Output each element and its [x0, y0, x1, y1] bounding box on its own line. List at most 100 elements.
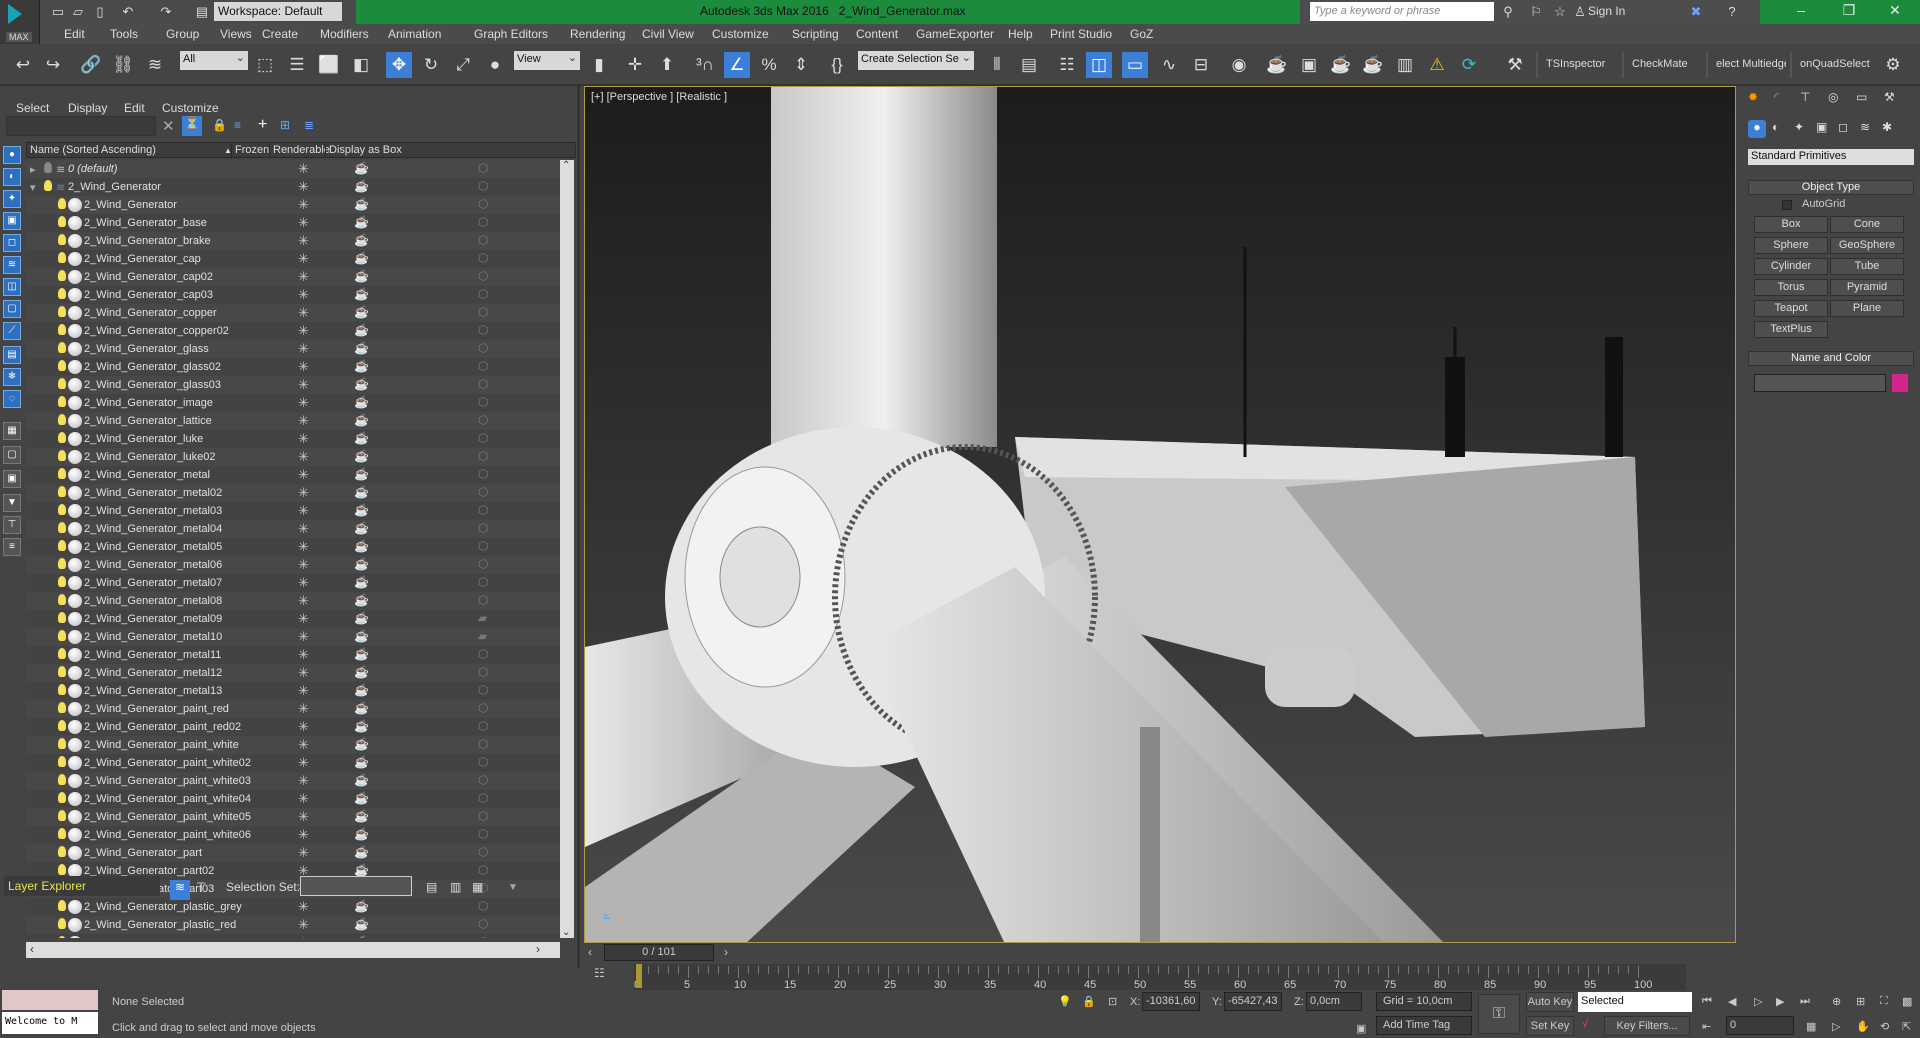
bind-space-warp-icon[interactable]: ≋	[142, 52, 168, 78]
light-bulb-icon[interactable]	[58, 900, 66, 911]
new-file-icon[interactable]: ▭	[50, 4, 66, 20]
display-tab-icon[interactable]: ▭	[1856, 90, 1867, 104]
object-row[interactable]: 2_Wind_Generator_metal ✳ ☕ ⬡	[26, 466, 560, 484]
object-row[interactable]: 2_Wind_Generator_luke02 ✳ ☕ ⬡	[26, 448, 560, 466]
display-as-box-icon[interactable]: ⬡	[478, 917, 488, 931]
renderable-teapot-icon[interactable]: ☕	[354, 197, 369, 211]
create-tab-icon[interactable]: ✹	[1748, 90, 1758, 104]
object-row[interactable]: 2_Wind_Generator_metal11 ✳ ☕ ⬡	[26, 646, 560, 664]
frozen-icon[interactable]: ✳	[298, 683, 309, 699]
frozen-icon[interactable]: ✳	[298, 215, 309, 231]
light-bulb-icon[interactable]	[58, 198, 66, 209]
light-bulb-icon[interactable]	[58, 486, 66, 497]
renderable-teapot-icon[interactable]: ☕	[354, 701, 369, 715]
renderable-teapot-icon[interactable]: ☕	[354, 665, 369, 679]
help-search-input[interactable]: Type a keyword or phrase	[1310, 2, 1494, 21]
light-bulb-icon[interactable]	[58, 234, 66, 245]
frozen-icon[interactable]: ✳	[298, 611, 309, 627]
invert-display-icon[interactable]: ▣	[3, 470, 21, 488]
scroll-left-icon[interactable]: ‹	[30, 942, 34, 956]
renderable-teapot-icon[interactable]: ☕	[354, 413, 369, 427]
open-mini-curve-editor-icon[interactable]: ☷	[594, 966, 605, 980]
object-row[interactable]: 2_Wind_Generator_paint_white04 ✳ ☕ ⬡	[26, 790, 560, 808]
display-as-box-icon[interactable]: ⬡	[478, 719, 488, 733]
light-bulb-icon[interactable]	[44, 180, 52, 191]
object-row[interactable]: 2_Wind_Generator_metal06 ✳ ☕ ⬡	[26, 556, 560, 574]
find-input[interactable]	[6, 116, 156, 136]
save-icon[interactable]: ▯	[92, 4, 108, 20]
geosphere-button[interactable]: GeoSphere	[1830, 237, 1904, 254]
light-bulb-icon[interactable]	[58, 414, 66, 425]
light-bulb-icon[interactable]	[58, 270, 66, 281]
set-key-mode-icon[interactable]: ⚿	[1478, 994, 1520, 1034]
align-icon[interactable]: ▤	[1016, 52, 1042, 78]
undo-icon[interactable]: ↩	[10, 52, 36, 78]
user-icon[interactable]: ♙	[1572, 4, 1588, 20]
checkmate-button[interactable]: CheckMate	[1622, 52, 1702, 78]
light-bulb-icon[interactable]	[44, 162, 52, 173]
key-mode-dropdown[interactable]: Selected	[1578, 992, 1692, 1012]
light-bulb-icon[interactable]	[58, 936, 66, 938]
z-coordinate-field[interactable]: 0,0cm	[1306, 992, 1362, 1011]
frozen-icon[interactable]: ✳	[298, 899, 309, 915]
renderable-teapot-icon[interactable]: ☕	[354, 809, 369, 823]
orbit-icon[interactable]: ⟲	[1880, 1020, 1889, 1033]
frozen-icon[interactable]: ✳	[298, 467, 309, 483]
display-as-box-icon[interactable]: ⬡	[478, 251, 488, 265]
toggle-ribbon-icon[interactable]: ▭	[1122, 52, 1148, 78]
time-configuration-icon[interactable]: ▦	[1806, 1020, 1816, 1033]
menu-print-studio[interactable]: Print Studio	[1050, 27, 1112, 41]
spinner-snap-icon[interactable]: ⇕	[788, 52, 814, 78]
angle-snap-icon[interactable]: ∠	[724, 52, 750, 78]
absolute-mode-icon[interactable]: ⊡	[1108, 995, 1117, 1008]
column-frozen[interactable]: Frozen	[231, 144, 269, 158]
renderable-teapot-icon[interactable]: ☕	[354, 647, 369, 661]
percent-snap-icon[interactable]: %	[756, 52, 782, 78]
torus-button[interactable]: Torus	[1754, 279, 1828, 296]
light-bulb-icon[interactable]	[58, 396, 66, 407]
column-name[interactable]: Name (Sorted Ascending)	[27, 144, 231, 158]
project-folder-icon[interactable]: ▤	[194, 4, 210, 20]
renderable-teapot-icon[interactable]: ☕	[354, 683, 369, 697]
renderable-teapot-icon[interactable]: ☕	[354, 251, 369, 265]
select-multiedge-button[interactable]: elect Multiedge	[1706, 52, 1786, 78]
unlink-icon[interactable]: ⛓	[110, 52, 136, 78]
frozen-icon[interactable]: ✳	[298, 647, 309, 663]
object-row[interactable]: 2_Wind_Generator_image ✳ ☕ ⬡	[26, 394, 560, 412]
maxscript-listener-mini[interactable]	[2, 990, 98, 1010]
display-as-box-icon[interactable]: ⬡	[478, 197, 488, 211]
options-arrow-icon[interactable]: ▼	[508, 882, 518, 893]
filter-funnel-icon[interactable]: ▼	[3, 494, 21, 512]
selection-set-dropdown[interactable]	[300, 876, 412, 896]
time-tag-icon[interactable]: ▣	[1356, 1022, 1366, 1035]
frozen-icon[interactable]: ✳	[298, 395, 309, 411]
light-bulb-icon[interactable]	[58, 702, 66, 713]
object-row[interactable]: 2_Wind_Generator_metal04 ✳ ☕ ⬡	[26, 520, 560, 538]
plugin-tool-icon[interactable]: ⚒	[1502, 52, 1528, 78]
renderable-teapot-icon[interactable]: ☕	[354, 269, 369, 283]
light-bulb-icon[interactable]	[58, 468, 66, 479]
display-as-box-icon[interactable]: ⬡	[478, 179, 488, 193]
display-as-box-icon[interactable]: ▰	[478, 611, 487, 625]
motion-tab-icon[interactable]: ◎	[1828, 90, 1838, 104]
previous-key-icon[interactable]: ◀	[1728, 995, 1736, 1008]
current-frame-marker[interactable]	[636, 964, 642, 988]
nonquad-select-button[interactable]: onQuadSelecti	[1790, 52, 1870, 78]
display-as-box-icon[interactable]: ⬡	[478, 269, 488, 283]
object-type-rollout[interactable]: Object Type	[1748, 180, 1914, 195]
go-to-end-icon[interactable]: ⏭	[1800, 995, 1810, 1008]
frozen-icon[interactable]: ✳	[298, 161, 309, 177]
frozen-icon[interactable]: ✳	[298, 737, 309, 753]
light-bulb-icon[interactable]	[58, 252, 66, 263]
object-row[interactable]: 2_Wind_Generator_cap02 ✳ ☕ ⬡	[26, 268, 560, 286]
object-row[interactable]: 2_Wind_Generator_metal08 ✳ ☕ ⬡	[26, 592, 560, 610]
selection-lock-icon[interactable]: 🔒	[1082, 995, 1096, 1008]
scroll-right-icon[interactable]: ›	[536, 942, 540, 956]
restore-button[interactable]: ❐	[1834, 2, 1864, 22]
renderable-teapot-icon[interactable]: ☕	[354, 935, 369, 938]
display-as-box-icon[interactable]: ⬡	[478, 161, 488, 175]
hierarchy-icon[interactable]: ⊤	[3, 516, 21, 534]
renderable-teapot-icon[interactable]: ☕	[354, 395, 369, 409]
object-row[interactable]: 2_Wind_Generator_plastic_red ✳ ☕ ⬡	[26, 916, 560, 934]
object-name-input[interactable]	[1754, 374, 1886, 392]
